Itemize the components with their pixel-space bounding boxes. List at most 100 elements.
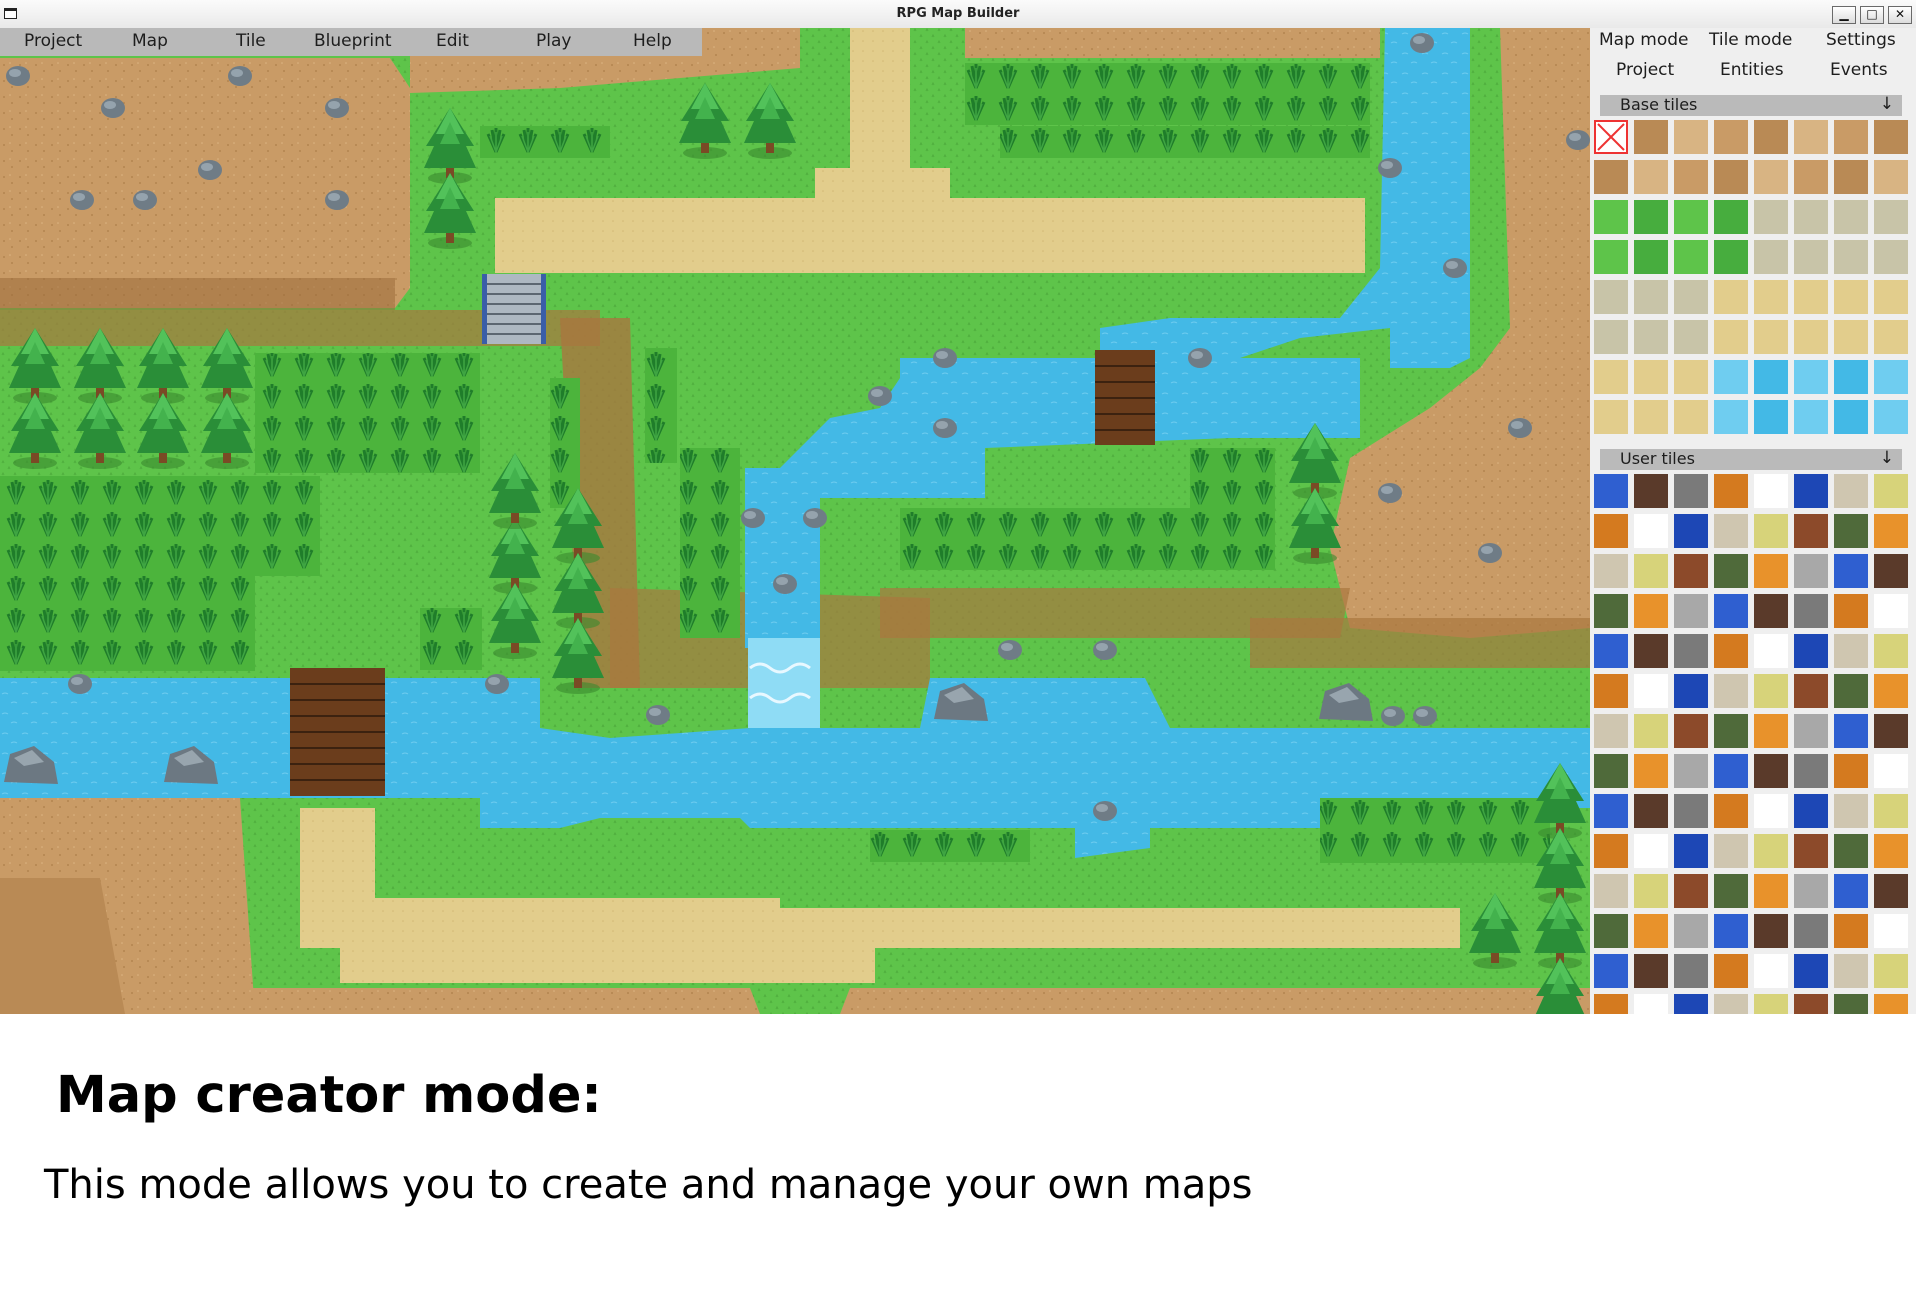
user-tile[interactable] xyxy=(1634,914,1668,948)
user-tile[interactable] xyxy=(1674,834,1708,868)
base-tile[interactable] xyxy=(1834,400,1868,434)
user-tile[interactable] xyxy=(1874,994,1908,1014)
user-tile[interactable] xyxy=(1794,874,1828,908)
base-tile[interactable] xyxy=(1794,400,1828,434)
base-tile[interactable] xyxy=(1594,400,1628,434)
user-tile[interactable] xyxy=(1874,794,1908,828)
user-tile[interactable] xyxy=(1794,674,1828,708)
base-tile[interactable] xyxy=(1754,200,1788,234)
user-tile[interactable] xyxy=(1754,954,1788,988)
user-tile[interactable] xyxy=(1594,794,1628,828)
base-tile[interactable] xyxy=(1674,240,1708,274)
base-tile[interactable] xyxy=(1794,360,1828,394)
base-tile[interactable] xyxy=(1594,280,1628,314)
user-tile[interactable] xyxy=(1594,634,1628,668)
menu-play[interactable]: Play xyxy=(536,31,571,51)
base-tile[interactable] xyxy=(1874,280,1908,314)
user-tile[interactable] xyxy=(1794,474,1828,508)
menu-project[interactable]: Project xyxy=(24,31,82,51)
user-tile[interactable] xyxy=(1674,674,1708,708)
user-tile[interactable] xyxy=(1594,514,1628,548)
map-view[interactable] xyxy=(0,28,1590,1014)
base-tile[interactable] xyxy=(1874,200,1908,234)
user-tile[interactable] xyxy=(1834,794,1868,828)
user-tile[interactable] xyxy=(1634,554,1668,588)
base-tile[interactable] xyxy=(1674,160,1708,194)
base-tile[interactable] xyxy=(1794,280,1828,314)
menu-blueprint[interactable]: Blueprint xyxy=(314,31,392,51)
user-tile[interactable] xyxy=(1874,754,1908,788)
user-tile[interactable] xyxy=(1594,874,1628,908)
base-tile[interactable] xyxy=(1874,320,1908,354)
base-tile[interactable] xyxy=(1714,400,1748,434)
user-tile[interactable] xyxy=(1634,474,1668,508)
base-tile[interactable] xyxy=(1594,120,1628,154)
base-tile[interactable] xyxy=(1754,280,1788,314)
base-tile[interactable] xyxy=(1634,360,1668,394)
user-tile[interactable] xyxy=(1594,674,1628,708)
base-tile[interactable] xyxy=(1594,160,1628,194)
user-tile[interactable] xyxy=(1794,914,1828,948)
base-tile[interactable] xyxy=(1674,320,1708,354)
user-tile[interactable] xyxy=(1594,554,1628,588)
base-tile[interactable] xyxy=(1754,360,1788,394)
user-tile[interactable] xyxy=(1754,874,1788,908)
base-tile[interactable] xyxy=(1874,120,1908,154)
base-tile[interactable] xyxy=(1714,280,1748,314)
settings-button[interactable]: Settings xyxy=(1826,30,1896,50)
base-tile[interactable] xyxy=(1754,120,1788,154)
user-tile[interactable] xyxy=(1794,594,1828,628)
user-tile[interactable] xyxy=(1714,994,1748,1014)
user-tile[interactable] xyxy=(1874,674,1908,708)
menu-map[interactable]: Map xyxy=(132,31,168,51)
base-tile[interactable] xyxy=(1714,160,1748,194)
user-tile[interactable] xyxy=(1834,834,1868,868)
user-tile[interactable] xyxy=(1834,514,1868,548)
minimize-button[interactable]: ▁ xyxy=(1832,6,1856,24)
base-tile[interactable] xyxy=(1754,400,1788,434)
menu-edit[interactable]: Edit xyxy=(436,31,469,51)
user-tile[interactable] xyxy=(1594,834,1628,868)
base-tile[interactable] xyxy=(1794,120,1828,154)
base-tile[interactable] xyxy=(1594,320,1628,354)
events-button[interactable]: Events xyxy=(1830,60,1888,80)
user-tile[interactable] xyxy=(1634,994,1668,1014)
base-tile[interactable] xyxy=(1794,240,1828,274)
base-tile[interactable] xyxy=(1754,320,1788,354)
base-tile[interactable] xyxy=(1834,320,1868,354)
user-tile[interactable] xyxy=(1634,834,1668,868)
base-tile[interactable] xyxy=(1874,400,1908,434)
user-tile[interactable] xyxy=(1754,914,1788,948)
user-tile[interactable] xyxy=(1874,594,1908,628)
user-tile[interactable] xyxy=(1714,674,1748,708)
user-tile[interactable] xyxy=(1754,794,1788,828)
user-tile[interactable] xyxy=(1674,714,1708,748)
base-tile[interactable] xyxy=(1834,120,1868,154)
user-tile[interactable] xyxy=(1834,634,1868,668)
map-mode-button[interactable]: Map mode xyxy=(1599,30,1689,50)
user-tile[interactable] xyxy=(1714,714,1748,748)
user-tile[interactable] xyxy=(1794,834,1828,868)
user-tile[interactable] xyxy=(1874,554,1908,588)
arrow-down-icon[interactable]: ↓ xyxy=(1880,94,1894,114)
maximize-button[interactable]: □ xyxy=(1860,6,1884,24)
base-tile[interactable] xyxy=(1674,280,1708,314)
user-tile[interactable] xyxy=(1754,674,1788,708)
user-tile[interactable] xyxy=(1674,914,1708,948)
user-tile[interactable] xyxy=(1634,594,1668,628)
user-tile[interactable] xyxy=(1834,954,1868,988)
user-tile[interactable] xyxy=(1634,674,1668,708)
base-tile[interactable] xyxy=(1674,120,1708,154)
user-tile[interactable] xyxy=(1794,514,1828,548)
user-tiles-header[interactable]: User tiles ↓ xyxy=(1600,448,1902,470)
user-tile[interactable] xyxy=(1594,474,1628,508)
menu-help[interactable]: Help xyxy=(633,31,672,51)
tile-mode-button[interactable]: Tile mode xyxy=(1709,30,1792,50)
user-tile[interactable] xyxy=(1794,794,1828,828)
base-tile[interactable] xyxy=(1794,200,1828,234)
user-tile[interactable] xyxy=(1674,954,1708,988)
base-tile[interactable] xyxy=(1714,320,1748,354)
entities-button[interactable]: Entities xyxy=(1720,60,1784,80)
base-tile[interactable] xyxy=(1754,160,1788,194)
user-tile[interactable] xyxy=(1674,994,1708,1014)
